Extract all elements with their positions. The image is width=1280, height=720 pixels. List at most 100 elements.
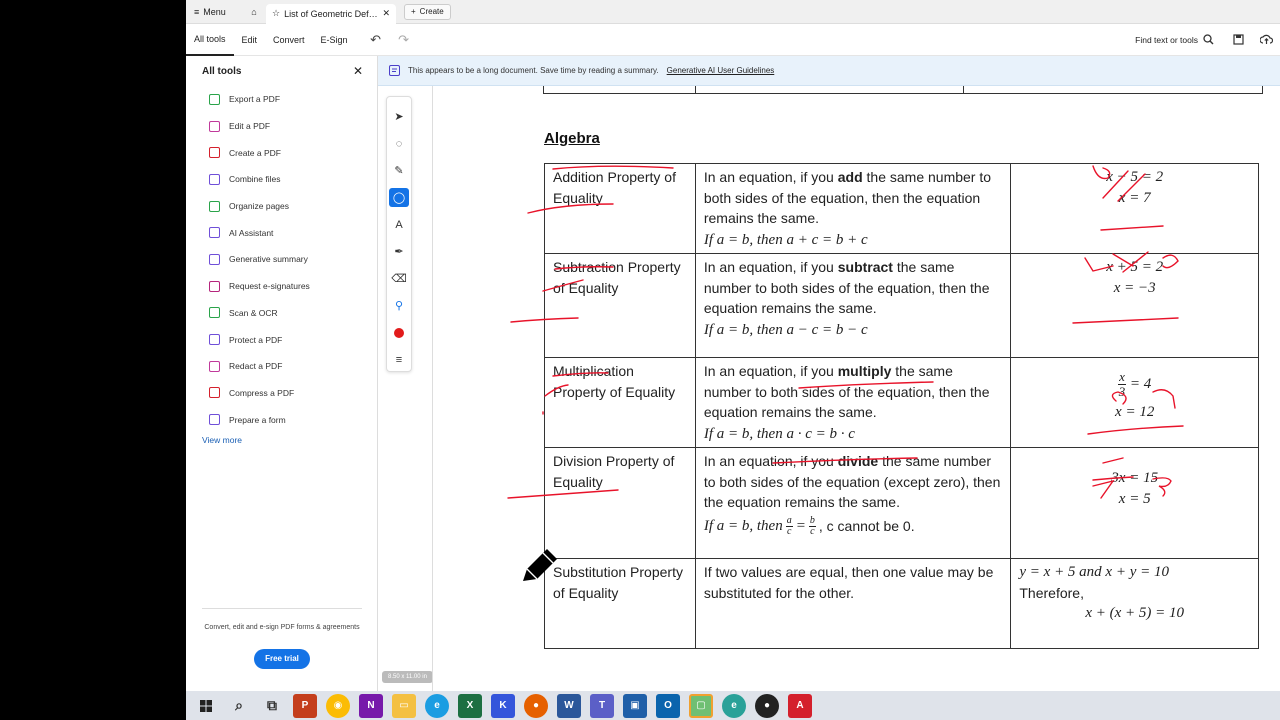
edge-icon[interactable]: e — [425, 693, 449, 718]
table-row: Addition Property of Equality In an equa… — [544, 163, 1259, 254]
file-explorer-icon[interactable]: ▭ — [392, 693, 416, 718]
text-select-icon[interactable]: A — [389, 215, 409, 234]
view-more-link[interactable]: View more — [186, 435, 377, 445]
screen-recorder-icon[interactable]: ▢ — [689, 693, 713, 718]
tool-item[interactable]: Create a PDF — [186, 139, 377, 166]
firefox-icon[interactable]: ● — [524, 693, 548, 718]
property-rule: If a = b, then a − c = b − c — [703, 321, 868, 338]
tool-label: Prepare a form — [229, 414, 286, 425]
highlight-pen-icon[interactable]: ✎ — [389, 161, 409, 180]
eraser-icon[interactable]: ⌫ — [389, 269, 409, 288]
stroke-width-icon[interactable]: ≡ — [389, 350, 409, 369]
search-taskbar-icon[interactable]: ⌕ — [227, 694, 251, 718]
hamburger-icon: ≡ — [194, 6, 200, 17]
tab-convert[interactable]: Convert — [265, 24, 313, 56]
free-trial-button[interactable]: Free trial — [254, 649, 310, 669]
tool-item[interactable]: Edit a PDF — [186, 113, 377, 140]
panel-title: All tools — [202, 65, 242, 77]
upload-cloud-icon[interactable] — [1252, 24, 1280, 56]
comment-icon[interactable]: ◌ — [389, 134, 409, 153]
find-label: Find text or tools — [1135, 34, 1198, 45]
algebra-properties-table: Addition Property of Equality In an equa… — [544, 163, 1259, 649]
section-heading: Algebra — [544, 130, 600, 147]
tool-item[interactable]: Protect a PDF — [186, 326, 377, 353]
undo-icon[interactable]: ↶ — [362, 24, 390, 56]
panel-header: All tools ✕ — [186, 56, 377, 86]
tool-item[interactable]: Prepare a form — [186, 406, 377, 433]
tool-item[interactable]: Scan & OCR — [186, 300, 377, 327]
chrome-icon[interactable]: ◉ — [326, 693, 350, 718]
color-picker-icon[interactable] — [389, 323, 409, 342]
property-rule: If a = b, then ac = bc , c cannot be 0. — [703, 514, 915, 537]
property-description: If two values are equal, then one value … — [694, 558, 1012, 649]
kami-icon[interactable]: K — [491, 693, 515, 718]
sign-icon[interactable]: ✒ — [389, 242, 409, 261]
draw-lasso-icon[interactable]: ◯ — [389, 188, 409, 207]
pencil-cursor-icon — [523, 549, 557, 581]
tool-item[interactable]: Export a PDF — [186, 86, 377, 113]
create-label: Create — [419, 7, 444, 16]
ai-guidelines-link[interactable]: Generative AI User Guidelines — [667, 66, 775, 75]
page-size-badge: 8.50 x 11.00 in — [382, 671, 433, 683]
security-app-icon[interactable]: ▣ — [623, 693, 647, 718]
excel-icon[interactable]: X — [458, 693, 482, 718]
home-button[interactable]: ⌂ — [242, 0, 266, 24]
property-description: In an equation, if you multiply the same… — [694, 357, 1012, 448]
save-icon[interactable] — [1224, 24, 1252, 56]
plus-icon: + — [411, 7, 416, 16]
property-name: Division Property of Equality — [544, 447, 696, 559]
property-example: x + 5 = 2 x = −3 — [1010, 253, 1259, 358]
onenote-icon[interactable]: N — [359, 693, 383, 718]
tools-list: Export a PDF Edit a PDF Create a PDF Combin… — [186, 86, 377, 433]
outlook-icon[interactable]: O — [656, 693, 680, 718]
tool-item[interactable]: Redact a PDF — [186, 353, 377, 380]
tab-all-tools[interactable]: All tools — [186, 24, 234, 56]
tool-label: Protect a PDF — [229, 334, 283, 345]
property-example: x3 = 4 x = 12 — [1010, 357, 1259, 448]
redo-icon[interactable]: ↷ — [390, 24, 418, 56]
tool-icon — [209, 120, 220, 132]
tab-edit[interactable]: Edit — [234, 24, 266, 56]
menu-button[interactable]: ≡ Menu — [186, 0, 242, 24]
tool-icon — [209, 93, 220, 105]
table-row: Multiplication Property of Equality In a… — [544, 357, 1259, 448]
start-icon[interactable] — [194, 694, 218, 718]
tab-e-sign[interactable]: E-Sign — [313, 24, 356, 56]
select-cursor-icon[interactable]: ➤ — [389, 107, 409, 126]
star-icon[interactable]: ☆ — [272, 8, 280, 19]
recorder-icon[interactable]: ● — [755, 693, 779, 718]
tool-item[interactable]: AI Assistant — [186, 219, 377, 246]
tool-icon — [209, 253, 220, 265]
task-view-icon[interactable]: ⧉ — [260, 694, 284, 718]
acrobat-window: ≡ Menu ⌂ ☆ List of Geometric Definit... … — [186, 0, 1280, 691]
tool-item[interactable]: Request e-signatures — [186, 273, 377, 300]
property-example: x − 5 = 2 x = 7 — [1010, 163, 1259, 254]
document-tab[interactable]: ☆ List of Geometric Definit... ✕ — [266, 3, 396, 24]
property-name: Addition Property of Equality — [544, 163, 696, 254]
create-button[interactable]: + Create — [404, 3, 451, 20]
tool-icon — [209, 387, 220, 399]
tool-label: Combine files — [229, 174, 281, 185]
property-name: Subtraction Property of Equality — [544, 253, 696, 358]
word-icon[interactable]: W — [557, 693, 581, 718]
edge-dev-icon[interactable]: e — [722, 693, 746, 718]
tool-item[interactable]: Organize pages — [186, 193, 377, 220]
previous-table-bottom — [543, 86, 1263, 94]
tool-item[interactable]: Generative summary — [186, 246, 377, 273]
acrobat-icon[interactable]: A — [788, 693, 812, 718]
tool-label: Scan & OCR — [229, 307, 278, 318]
property-rule: If a = b, then a + c = b + c — [703, 231, 868, 248]
close-tab-icon[interactable]: ✕ — [382, 8, 390, 19]
tool-label: Redact a PDF — [229, 361, 283, 372]
document-tab-title: List of Geometric Definit... — [284, 8, 379, 19]
powerpoint-icon[interactable]: P — [293, 693, 317, 718]
teams-icon[interactable]: T — [590, 693, 614, 718]
property-description: In an equation, if you add the same numb… — [694, 163, 1012, 254]
close-icon[interactable]: ✕ — [353, 64, 363, 78]
find-text-or-tools[interactable]: Find text or tools — [1125, 34, 1224, 45]
tool-item[interactable]: Compress a PDF — [186, 380, 377, 407]
tool-item[interactable]: Combine files — [186, 166, 377, 193]
pin-icon[interactable]: ⚲ — [389, 296, 409, 315]
property-description: In an equation, if you subtract the same… — [694, 253, 1012, 358]
search-icon — [1203, 34, 1214, 45]
